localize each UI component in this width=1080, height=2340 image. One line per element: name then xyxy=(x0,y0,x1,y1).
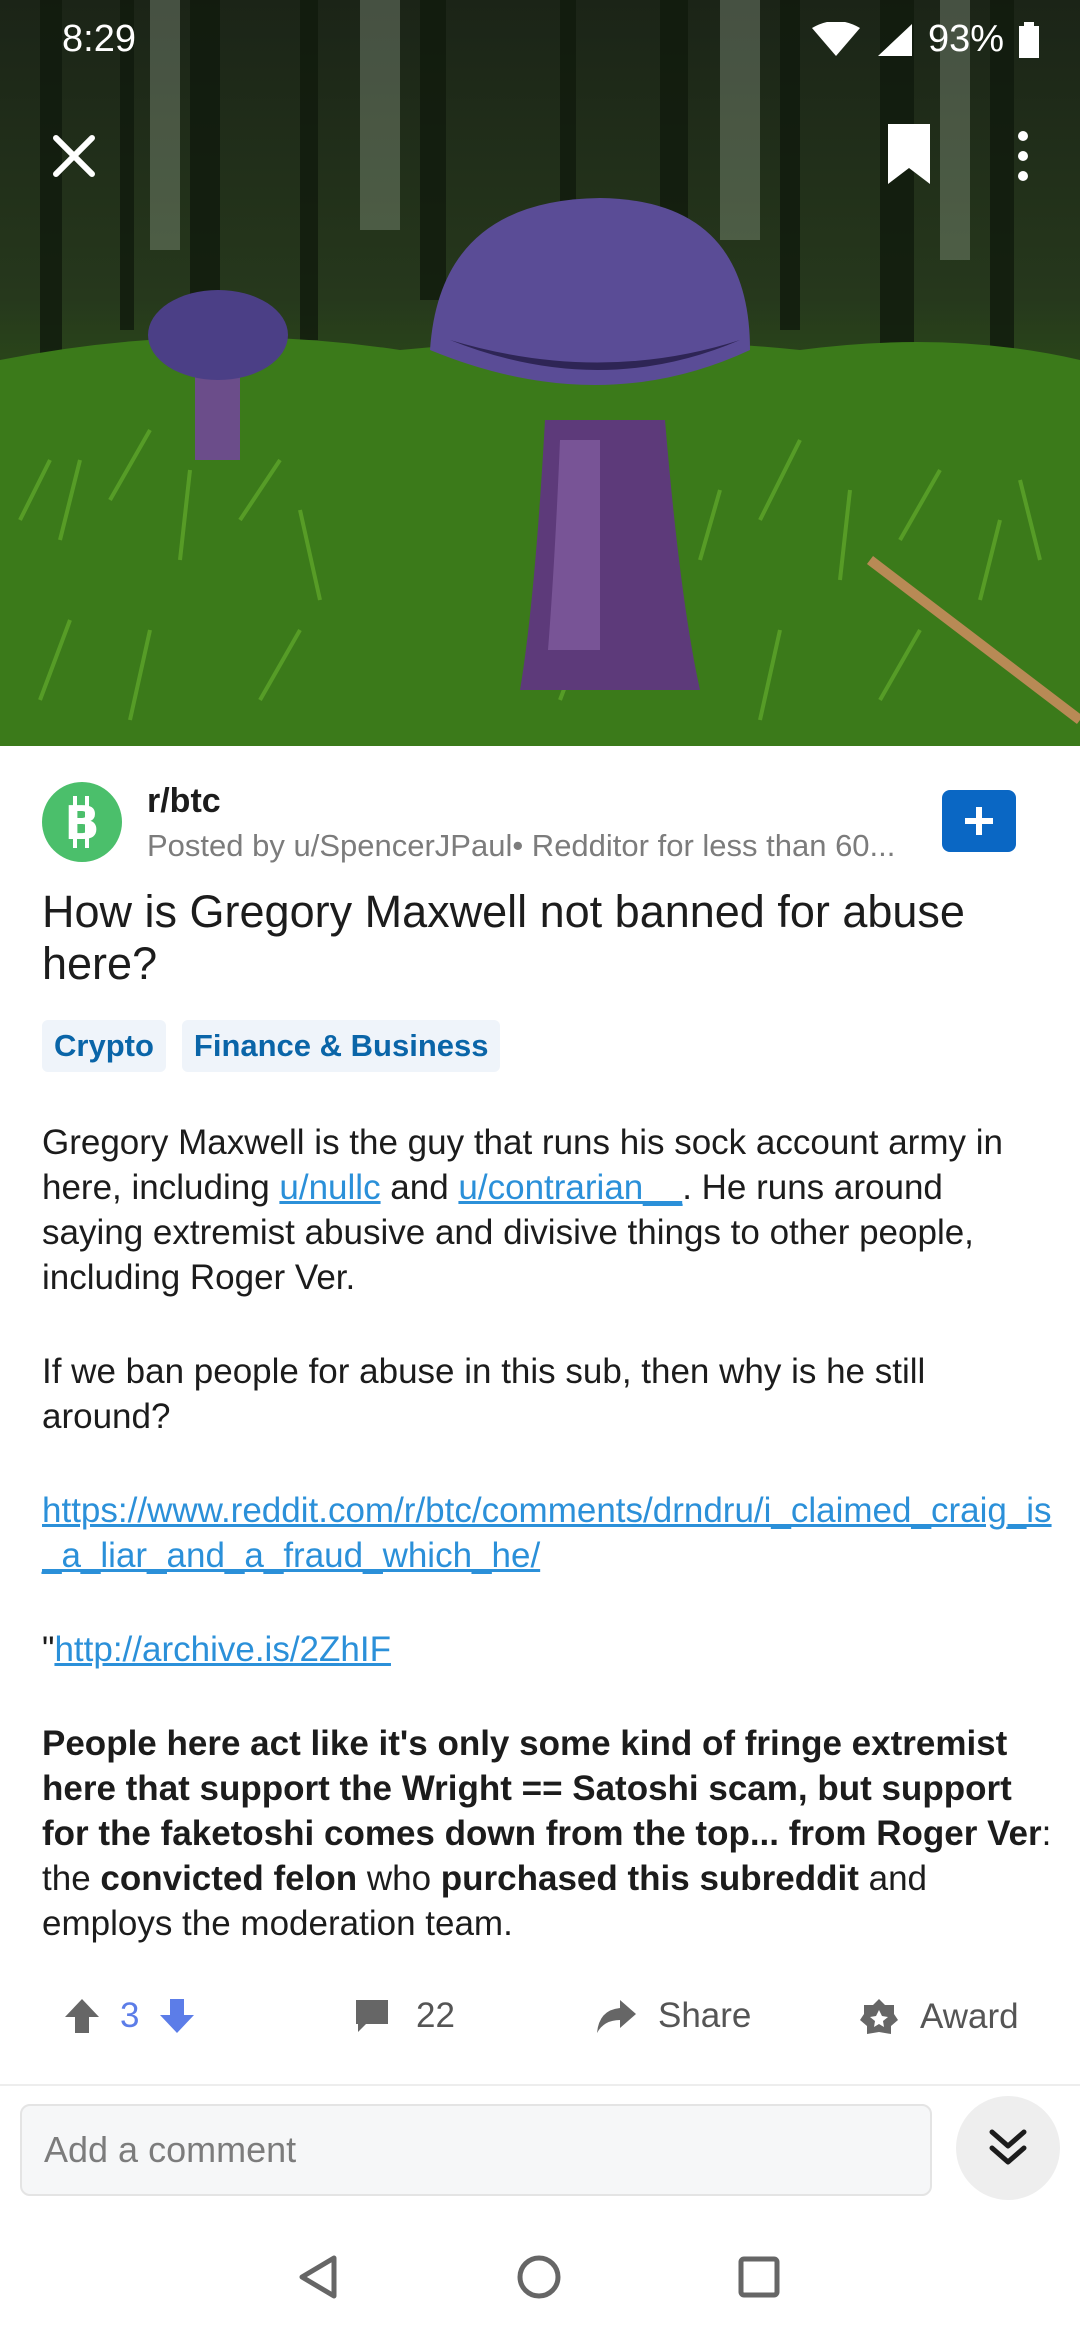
bold-text: People here act like it's only some kind… xyxy=(42,1724,1042,1853)
comment-count: 22 xyxy=(416,1996,455,2035)
share-label: Share xyxy=(658,1996,752,2035)
more-vertical-icon[interactable] xyxy=(1004,126,1042,186)
recent-apps-icon[interactable] xyxy=(738,2256,780,2298)
bold-text: purchased this subreddit xyxy=(440,1859,859,1898)
next-comment-button[interactable] xyxy=(956,2096,1060,2200)
mushroom-forest-image xyxy=(0,0,1080,746)
comments-button[interactable]: 22 xyxy=(352,1996,455,2036)
battery-icon xyxy=(1019,21,1039,58)
body-paragraph: "http://archive.is/2ZhIF xyxy=(42,1627,1052,1672)
cellular-signal-icon xyxy=(877,23,912,56)
reddit-comment-link[interactable]: https://www.reddit.com/r/btc/comments/dr… xyxy=(42,1491,1052,1575)
flair-list: Crypto Finance & Business xyxy=(42,1020,501,1072)
close-icon[interactable] xyxy=(46,128,102,184)
share-button[interactable]: Share xyxy=(594,1996,751,2036)
home-icon[interactable] xyxy=(516,2254,562,2300)
subreddit-avatar[interactable]: B xyxy=(42,782,122,862)
post-header-image: 8:29 93% xyxy=(0,0,1080,746)
status-icons: 93% xyxy=(810,18,1040,61)
award-icon xyxy=(860,1999,898,2034)
comment-icon xyxy=(356,2000,388,2032)
share-icon xyxy=(597,2000,636,2033)
double-chevron-down-icon xyxy=(989,2129,1027,2165)
user-link-nullc[interactable]: u/nullc xyxy=(279,1168,380,1207)
flair-crypto[interactable]: Crypto xyxy=(42,1020,166,1072)
post-body: Gregory Maxwell is the guy that runs his… xyxy=(42,1120,1052,1995)
bookmark-icon[interactable] xyxy=(884,122,934,186)
plus-icon xyxy=(965,807,993,835)
body-paragraph: If we ban people for abuse in this sub, … xyxy=(42,1352,926,1436)
vote-count: 3 xyxy=(120,1996,140,2035)
downvote-icon[interactable] xyxy=(157,1996,197,2036)
divider xyxy=(0,2084,1080,2086)
body-paragraph: https://www.reddit.com/r/btc/comments/dr… xyxy=(42,1488,1052,1578)
body-text-span: who xyxy=(357,1859,441,1898)
quote-mark: " xyxy=(42,1630,55,1669)
back-icon[interactable] xyxy=(296,2254,340,2300)
body-text-span: and xyxy=(380,1168,459,1207)
wifi-icon xyxy=(811,21,860,56)
bitcoin-icon: B xyxy=(64,796,100,850)
top-actions xyxy=(0,120,1080,190)
post-title: How is Gregory Maxwell not banned for ab… xyxy=(42,886,965,989)
bold-text: convicted felon xyxy=(100,1859,358,1898)
body-paragraph: People here act like it's only some kind… xyxy=(42,1721,1052,1946)
battery-percent: 93% xyxy=(927,18,1004,60)
body-paragraph: Gregory Maxwell is the guy that runs his… xyxy=(42,1120,1052,1300)
svg-text:B: B xyxy=(64,796,99,850)
posted-by[interactable]: Posted by u/SpencerJPaul• Redditor for l… xyxy=(147,828,977,864)
status-time: 8:29 xyxy=(62,18,136,60)
flair-finance-business[interactable]: Finance & Business xyxy=(181,1020,501,1072)
award-button[interactable]: Award xyxy=(858,1996,1019,2038)
user-link-contrarian[interactable]: u/contrarian__ xyxy=(458,1168,682,1207)
post-action-bar: 3 22 Share Award xyxy=(0,1990,1080,2066)
post-meta: B r/btc Posted by u/SpencerJPaul• Reddit… xyxy=(42,780,1042,876)
status-bar: 8:29 93% xyxy=(0,0,1080,80)
award-label: Award xyxy=(920,1997,1019,2036)
vote-control: 3 xyxy=(62,1996,197,2036)
join-button[interactable] xyxy=(942,790,1016,852)
archive-link[interactable]: http://archive.is/2ZhIF xyxy=(54,1630,391,1669)
system-nav-bar xyxy=(0,2236,1080,2340)
add-comment-input[interactable] xyxy=(20,2104,932,2196)
subreddit-name[interactable]: r/btc xyxy=(147,782,221,821)
upvote-icon[interactable] xyxy=(62,1996,102,2036)
